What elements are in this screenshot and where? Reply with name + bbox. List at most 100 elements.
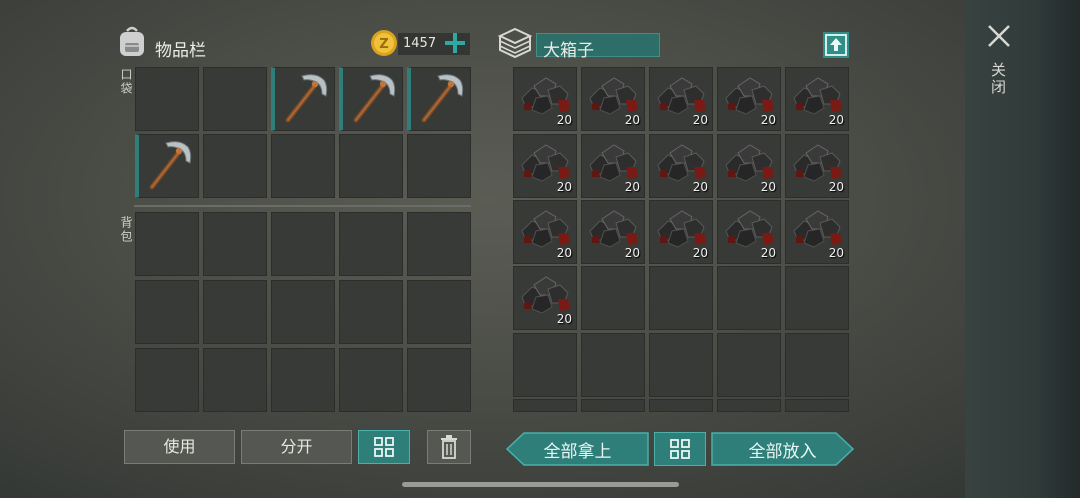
backpack-slot[interactable] [203,212,267,276]
backpack-slot[interactable] [271,212,335,276]
chest-slot[interactable]: 20 [717,200,781,264]
chest-slot[interactable]: 20 [513,67,577,131]
chest-slot[interactable] [581,399,645,412]
coal-icon [725,210,774,248]
backpack-slot[interactable] [407,212,471,276]
chest-slot[interactable]: 20 [581,134,645,198]
backpack-slot[interactable] [339,348,403,412]
coal-icon [657,77,706,115]
chest-slot[interactable]: 20 [717,67,781,131]
chest-icon [497,26,533,60]
put-all-button[interactable]: 全部放入 [711,432,854,466]
sort-inventory-button[interactable] [358,430,410,464]
pocket-slot[interactable] [339,67,403,131]
item-count: 20 [760,113,776,127]
chest-slot[interactable]: 20 [649,134,713,198]
chest-slot[interactable]: 20 [513,200,577,264]
item-count: 20 [624,246,640,260]
trash-button[interactable] [427,430,471,464]
backpack-slot[interactable] [407,348,471,412]
backpack-slot[interactable] [135,348,199,412]
chest-slot[interactable]: 20 [513,266,577,330]
backpack-slot[interactable] [271,348,335,412]
chest-slot[interactable] [649,333,713,397]
coal-icon [657,210,706,248]
pickaxe-icon [149,141,192,190]
chest-slot[interactable]: 20 [717,134,781,198]
home-indicator[interactable] [402,482,679,487]
item-count: 20 [760,180,776,194]
coal-icon [521,144,570,182]
split-button[interactable]: 分开 [241,430,352,464]
item-count: 20 [556,312,572,326]
item-count: 20 [692,180,708,194]
chest-slot[interactable] [581,333,645,397]
take-all-button[interactable]: 全部拿上 [506,432,649,466]
backpack-slot[interactable] [135,212,199,276]
pocket-slot[interactable] [271,67,335,131]
pocket-slot[interactable] [135,67,199,131]
chest-slot[interactable] [717,399,781,412]
pocket-slot[interactable] [407,67,471,131]
pickaxe-icon [421,74,464,123]
backpack-slot[interactable] [271,280,335,344]
chest-slot[interactable]: 20 [581,67,645,131]
chest-slot[interactable] [785,266,849,330]
item-count: 20 [828,180,844,194]
item-count: 20 [760,246,776,260]
coal-icon [521,276,570,314]
chest-slot[interactable] [717,266,781,330]
coal-icon [793,210,842,248]
add-currency-button[interactable] [442,30,468,56]
coal-icon [657,144,706,182]
pocket-slot[interactable] [339,134,403,198]
svg-text:Z: Z [379,37,388,52]
upload-icon [825,34,847,56]
pocket-slot[interactable] [407,134,471,198]
sort-chest-button[interactable] [654,432,706,466]
chest-slot[interactable]: 20 [785,134,849,198]
chest-slot[interactable] [785,399,849,412]
coal-icon [521,210,570,248]
backpack-slot[interactable] [203,348,267,412]
chest-slot[interactable] [717,333,781,397]
side-panel [965,0,1080,498]
item-count: 20 [556,113,572,127]
coal-icon [793,77,842,115]
pocket-slot[interactable] [135,134,199,198]
item-count: 20 [692,246,708,260]
pocket-slot[interactable] [203,134,267,198]
use-button[interactable]: 使用 [124,430,235,464]
chest-slot[interactable] [649,266,713,330]
chest-slot[interactable]: 20 [513,134,577,198]
inventory-title: 物品栏 [155,41,206,61]
chest-slot[interactable]: 20 [649,200,713,264]
item-count: 20 [556,180,572,194]
backpack-slot[interactable] [203,280,267,344]
coal-icon [725,77,774,115]
backpack-icon [116,25,148,59]
chest-slot[interactable] [649,399,713,412]
item-count: 20 [556,246,572,260]
pocket-slot[interactable] [271,134,335,198]
close-label[interactable]: 关闭 [988,62,1009,96]
chest-title: 大箱子 [543,41,594,61]
chest-slot[interactable] [513,399,577,412]
backpack-slot[interactable] [339,280,403,344]
chest-slot[interactable] [513,333,577,397]
pocket-slot[interactable] [203,67,267,131]
backpack-slot[interactable] [339,212,403,276]
backpack-slot[interactable] [135,280,199,344]
backpack-slot[interactable] [407,280,471,344]
chest-slot[interactable]: 20 [649,67,713,131]
chest-slot[interactable]: 20 [785,67,849,131]
chest-slot[interactable]: 20 [785,200,849,264]
chest-slot[interactable] [581,266,645,330]
close-button[interactable] [985,22,1013,50]
grid-sort-icon [374,437,394,457]
chest-slot[interactable]: 20 [581,200,645,264]
put-all-label: 全部放入 [748,441,817,462]
upload-button[interactable] [823,32,849,58]
grid-sort-icon [670,439,690,459]
chest-slot[interactable] [785,333,849,397]
